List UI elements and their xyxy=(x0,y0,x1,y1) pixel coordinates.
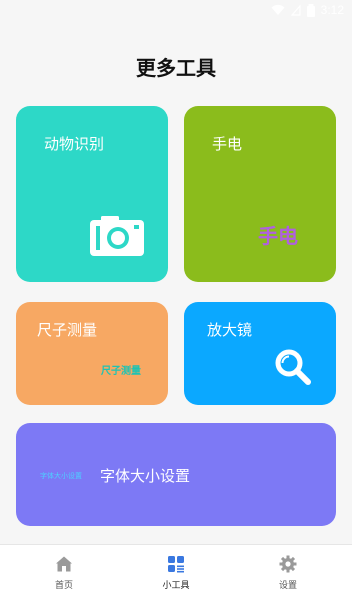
wifi-icon xyxy=(271,4,285,15)
card-ruler-label: 尺子测量 xyxy=(37,321,98,339)
card-font-size-settings[interactable]: 字体大小设置 字体大小设置 xyxy=(16,423,336,526)
camera-icon xyxy=(90,216,144,256)
nav-tools-label: 小工具 xyxy=(162,581,190,591)
card-animal-label: 动物识别 xyxy=(44,135,105,153)
nav-tools[interactable]: 小工具 xyxy=(136,545,216,593)
battery-icon xyxy=(306,3,315,17)
card-fontsize-label: 字体大小设置 xyxy=(100,467,191,485)
card-flashlight-sublabel: 手电 xyxy=(258,224,298,248)
gear-icon xyxy=(279,555,297,573)
card-flashlight-label: 手电 xyxy=(212,135,243,153)
page-title: 更多工具 xyxy=(136,56,216,80)
card-ruler[interactable]: 尺子测量 尺子测量 xyxy=(16,302,168,405)
nav-settings[interactable]: 设置 xyxy=(248,545,328,593)
card-animal-recognition[interactable]: 动物识别 xyxy=(16,106,168,282)
card-flashlight[interactable]: 手电 手电 xyxy=(184,106,336,282)
home-icon xyxy=(56,556,72,572)
card-fontsize-sublabel: 字体大小设置 xyxy=(40,472,82,480)
nav-home[interactable]: 首页 xyxy=(24,545,104,593)
bottom-nav: 首页 小工具 设置 xyxy=(0,544,352,593)
card-magnifier-label: 放大镜 xyxy=(207,321,253,339)
status-icons: 3:12 xyxy=(271,3,344,17)
tools-grid-icon xyxy=(168,556,184,573)
status-time: 3:12 xyxy=(320,3,344,17)
magnifier-icon xyxy=(275,349,311,385)
card-magnifier[interactable]: 放大镜 xyxy=(184,302,336,405)
nav-home-label: 首页 xyxy=(54,581,73,591)
card-ruler-sublabel: 尺子测量 xyxy=(101,366,141,377)
signal-icon xyxy=(290,4,301,16)
nav-settings-label: 设置 xyxy=(278,581,297,591)
status-bar: 3:12 xyxy=(0,0,352,24)
